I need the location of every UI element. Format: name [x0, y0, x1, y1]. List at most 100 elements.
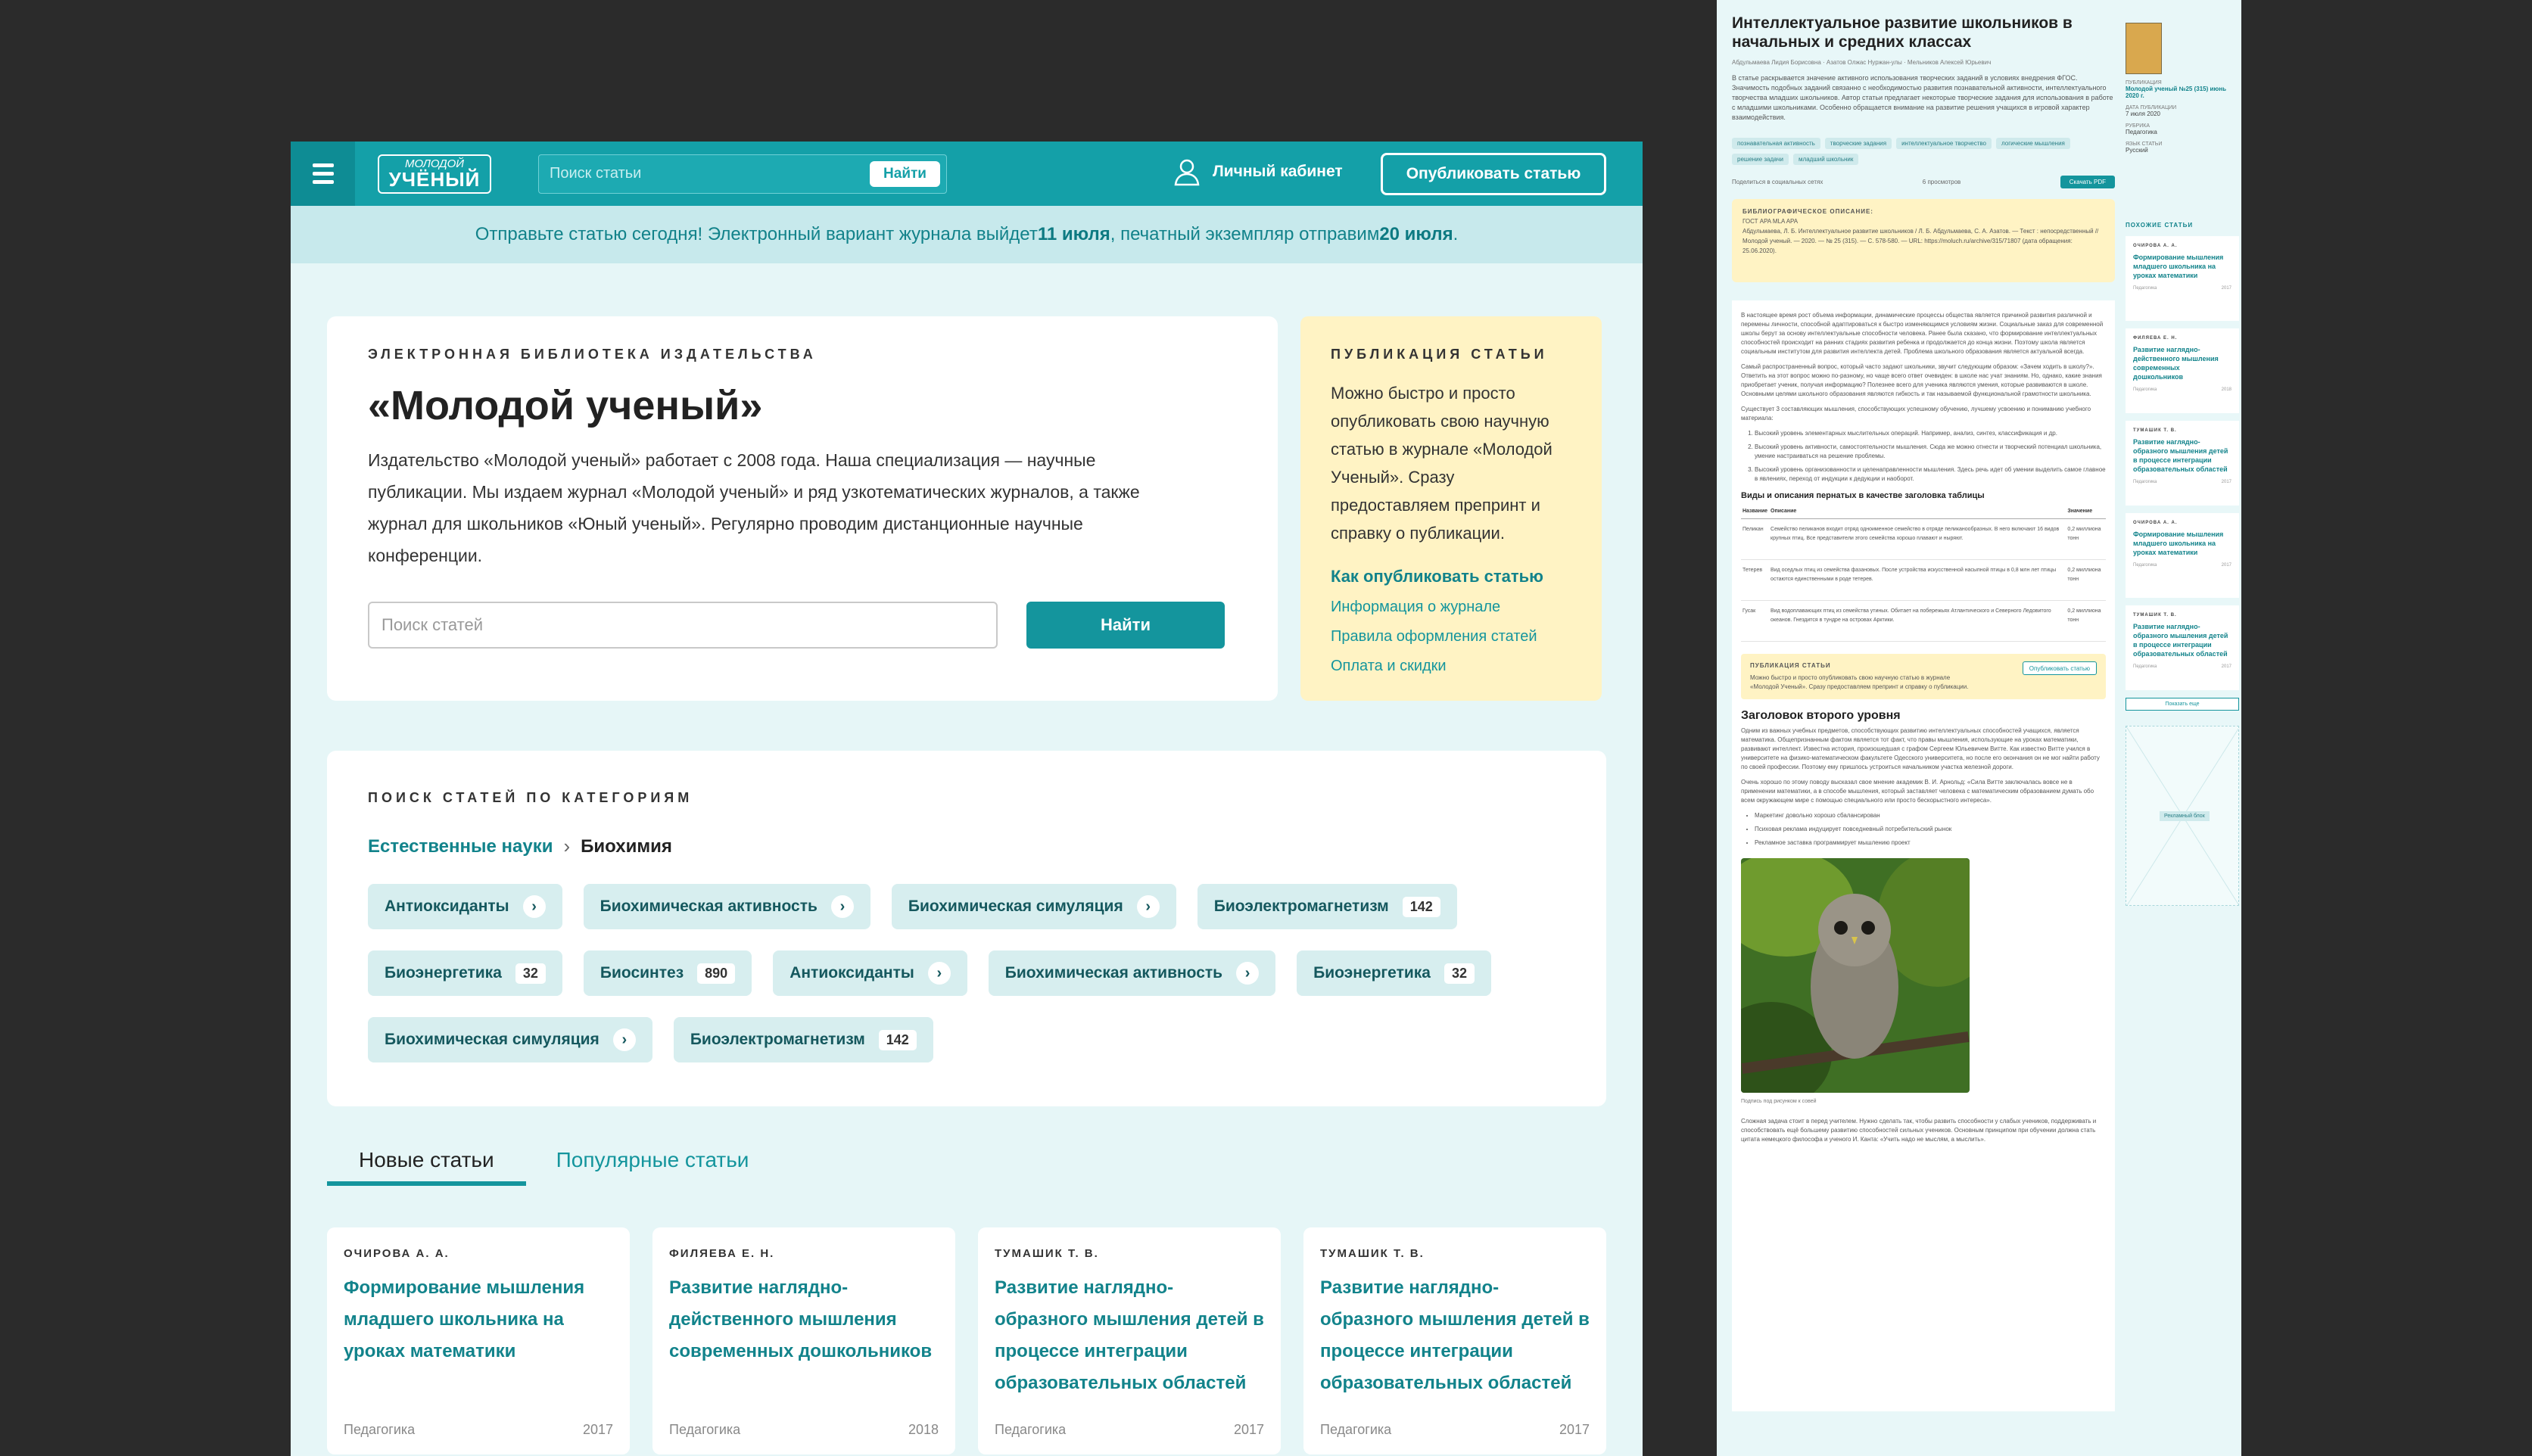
chevron-right-icon: ›: [563, 835, 571, 857]
keyword-tag[interactable]: решение задачи: [1732, 154, 1789, 165]
heading-level2: Заголовок второго уровня: [1741, 709, 1901, 722]
similar-year: 2017: [2221, 664, 2231, 669]
tag-label: Антиоксиданты: [385, 898, 509, 915]
header-search-input[interactable]: [550, 165, 870, 182]
article-card[interactable]: ТУМАШИК Т. В. Развитие наглядно-образного…: [1303, 1227, 1606, 1454]
cabinet-link[interactable]: Личный кабинет: [1172, 157, 1343, 187]
journal-cover[interactable]: [2126, 23, 2162, 74]
citation-formats[interactable]: ГОСТ APA MLA APA: [1743, 216, 2104, 226]
article-category: Педагогика: [1320, 1422, 1392, 1437]
similar-article[interactable]: ОЧИРОВА А. А. Формирование мышления младш…: [2126, 236, 2239, 321]
keyword-tag[interactable]: младший школьник: [1793, 154, 1859, 165]
formatting-rules-link[interactable]: Правила оформления статей: [1331, 628, 1571, 646]
tag-label: Антиоксиданты: [789, 964, 914, 982]
intro-kicker: Электронная библиотека издательства: [368, 347, 817, 362]
category-tag[interactable]: Биохимическая симуляция ›: [368, 1017, 652, 1062]
article-year: 2017: [582, 1422, 613, 1437]
category-tag[interactable]: Биохимическая активность ›: [988, 950, 1276, 996]
aside-label: РУБРИКА: [2126, 123, 2150, 129]
category-tag[interactable]: Биоэлектромагнетизм 142: [1197, 884, 1457, 929]
category-tag[interactable]: Биоэнергетика 32: [368, 950, 562, 996]
payment-link[interactable]: Оплата и скидки: [1331, 658, 1571, 675]
category-tag[interactable]: Биоэлектромагнетизм 142: [673, 1017, 933, 1062]
tab-new[interactable]: Новые статьи: [327, 1148, 526, 1186]
article-screen: Интеллектуальное развитие школьников в н…: [1717, 0, 2241, 1456]
similar-title[interactable]: Формирование мышления младшего школьника…: [2133, 253, 2231, 280]
category-tag[interactable]: Биохимическая симуляция ›: [891, 884, 1176, 929]
share-label: Поделиться в социальных сетях: [1732, 179, 1823, 185]
how-to-publish-link[interactable]: Как опубликовать статью: [1331, 567, 1571, 586]
tag-label: Биоэлектромагнетизм: [1213, 898, 1389, 915]
similar-year: 2018: [2221, 387, 2231, 392]
article-search-button[interactable]: Найти: [1026, 602, 1225, 649]
photo-caption: Подпись под рисунком к совей: [1741, 1099, 1817, 1104]
aside-label: ДАТА ПУБЛИКАЦИИ: [2126, 105, 2177, 110]
breadcrumb-science[interactable]: Естественные науки: [368, 836, 553, 857]
article-body: В настоящее время рост объема информации…: [1732, 300, 2115, 1411]
category-tag[interactable]: Биоэнергетика 32: [1297, 950, 1491, 996]
tab-popular[interactable]: Популярные статьи: [556, 1148, 781, 1186]
table-cell: Гусак: [1741, 600, 1770, 642]
owl-photo: [1741, 858, 1970, 1093]
similar-article[interactable]: ФИЛЯЕВА Е. Н. Развитие наглядно-действенн…: [2126, 328, 2239, 413]
notice-part2: , печатный экземпляр отправим: [1110, 224, 1380, 244]
keyword-tag[interactable]: творческие задания: [1824, 138, 1892, 149]
similar-title[interactable]: Развитие наглядно-образного мышления дет…: [2133, 622, 2231, 658]
similar-year: 2017: [2221, 480, 2231, 484]
similar-article[interactable]: ТУМАШИК Т. В. Развитие наглядно-образного…: [2126, 421, 2239, 506]
list-item: Психовая реклама индуцирует повседневный…: [1755, 825, 2106, 834]
user-icon: [1174, 159, 1200, 186]
article-title-link[interactable]: Развитие наглядно-образного мышления дет…: [995, 1272, 1264, 1399]
tag-count: 142: [1402, 896, 1440, 917]
keyword-tag[interactable]: познавательная активность: [1732, 138, 1820, 149]
paragraph: В настоящее время рост объема информации…: [1741, 312, 2104, 355]
article-card[interactable]: ОЧИРОВА А. А. Формирование мышления младш…: [327, 1227, 630, 1454]
article-title-link[interactable]: Развитие наглядно-действенного мышления …: [669, 1272, 939, 1367]
tag-label: Биоэлектромагнетизм: [690, 1031, 865, 1048]
publication-date: 7 июля 2020: [2126, 110, 2160, 117]
rubric: Педагогика: [2126, 129, 2157, 135]
article-card[interactable]: ФИЛЯЕВА Е. Н. Развитие наглядно-действенн…: [652, 1227, 955, 1454]
category-tag[interactable]: Биосинтез 890: [583, 950, 752, 996]
similar-title[interactable]: Развитие наглядно-действенного мышления …: [2133, 345, 2231, 381]
journal-link[interactable]: Молодой ученый №25 (315) июнь 2020 г.: [2126, 86, 2239, 99]
menu-icon[interactable]: [291, 142, 355, 206]
similar-title[interactable]: Развитие наглядно-образного мышления дет…: [2133, 437, 2231, 474]
chevron-right-icon: ›: [830, 895, 854, 918]
publication-text: Можно быстро и просто опубликовать свою …: [1331, 384, 1553, 543]
similar-article[interactable]: ОЧИРОВА А. А. Формирование мышления младш…: [2126, 513, 2239, 598]
article-card[interactable]: ТУМАШИК Т. В. Развитие наглядно-образного…: [978, 1227, 1281, 1454]
journal-info-link[interactable]: Информация о журнале: [1331, 599, 1571, 616]
article-title-link[interactable]: Формирование мышления младшего школьника…: [344, 1272, 613, 1367]
publish-article-button[interactable]: Опубликовать статью: [1381, 153, 1606, 195]
birds-table: Название Описание Значение Пеликан Семейс…: [1741, 505, 2106, 642]
site-logo[interactable]: МОЛОДОЙ УЧЁНЫЙ: [378, 154, 491, 194]
header-search-button[interactable]: Найти: [870, 160, 940, 187]
category-tag[interactable]: Антиоксиданты ›: [773, 950, 967, 996]
article-search-input[interactable]: [368, 602, 998, 649]
table-cell: Вид оседлых птиц из семейства фазановых.…: [1769, 559, 2066, 601]
chevron-right-icon: ›: [1236, 962, 1260, 985]
similar-title[interactable]: Формирование мышления младшего школьника…: [2133, 530, 2231, 557]
chevron-right-icon: ›: [1136, 895, 1160, 918]
download-pdf-button[interactable]: Скачать PDF: [2060, 176, 2115, 188]
article-sidebar: ПУБЛИКАЦИЯ Молодой ученый №25 (315) июнь…: [2126, 23, 2239, 906]
category-tag[interactable]: Биохимическая активность ›: [583, 884, 870, 929]
article-year: 2018: [908, 1422, 939, 1437]
article-author: ТУМАШИК Т. В.: [995, 1247, 1099, 1260]
show-more-button[interactable]: Показать еще: [2126, 698, 2239, 711]
keyword-tag[interactable]: логические мышления: [1996, 138, 2070, 149]
similar-article[interactable]: ТУМАШИК Т. В. Развитие наглядно-образного…: [2126, 605, 2239, 690]
article-title-link[interactable]: Развитие наглядно-образного мышления дет…: [1320, 1272, 1590, 1399]
similar-category: Педагогика: [2133, 480, 2157, 484]
table-cell: 0,2 миллиона тонн: [2066, 559, 2106, 601]
article-category: Педагогика: [669, 1422, 741, 1437]
category-tag[interactable]: Антиоксиданты ›: [368, 884, 562, 929]
promo-publish-button[interactable]: Опубликовать статью: [2022, 661, 2097, 675]
list-item: Рекламное заставка программирует мышлени…: [1755, 838, 2106, 848]
logo-line2: УЧЁНЫЙ: [388, 168, 481, 191]
table-cell: Семейство пеликанов входит отряд одноиме…: [1769, 518, 2066, 560]
paragraph: Существует 3 составляющих мышления, спос…: [1741, 406, 2091, 422]
keyword-tag[interactable]: интеллектуальное творчество: [1896, 138, 1992, 149]
similar-author: ФИЛЯЕВА Е. Н.: [2133, 336, 2178, 341]
